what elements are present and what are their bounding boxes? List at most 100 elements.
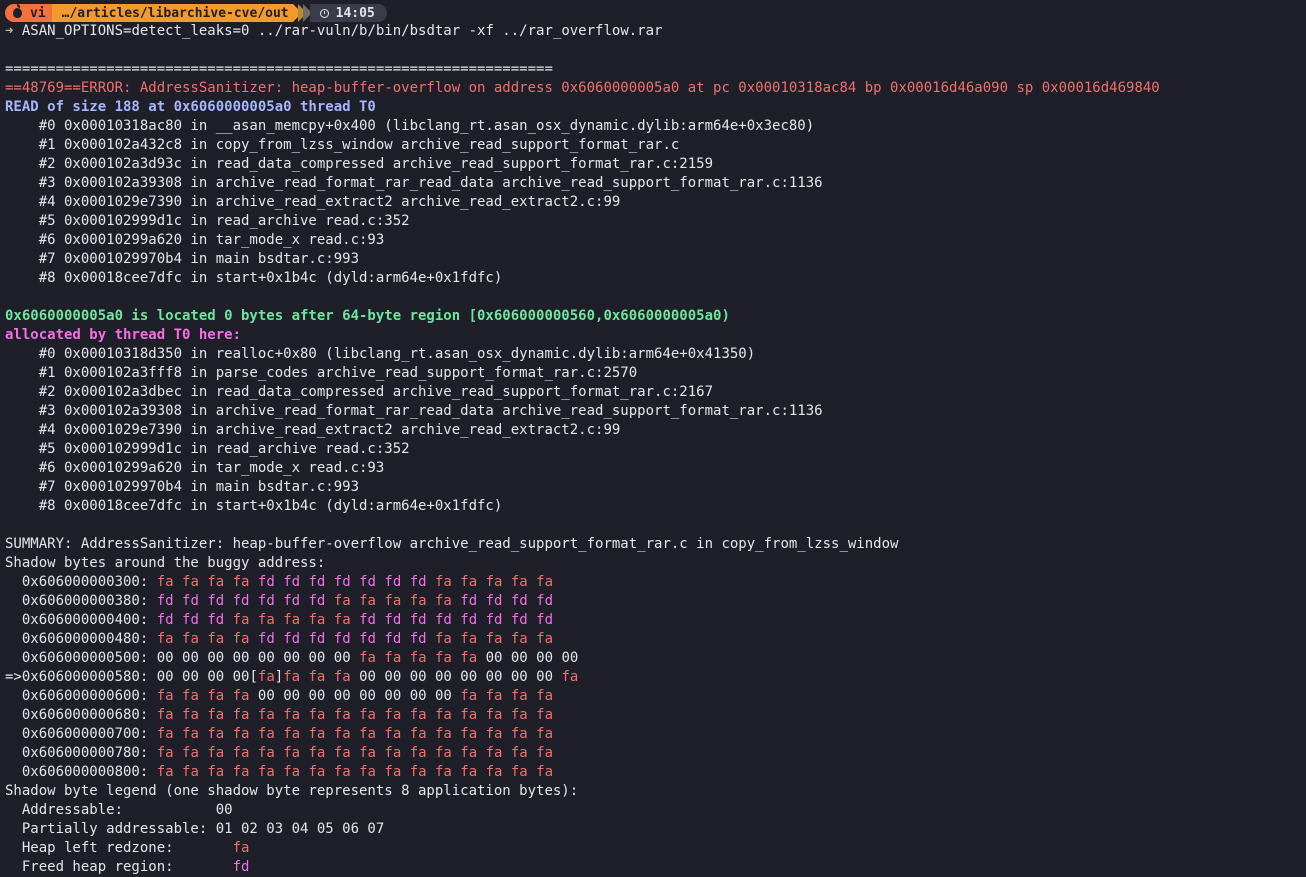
legend-label: Partially addressable:	[5, 821, 216, 837]
shadow-byte: fa	[333, 764, 351, 780]
shadow-byte: 00	[536, 669, 554, 685]
shadow-row-marker	[5, 574, 22, 590]
shadow-byte: 00	[182, 650, 199, 666]
shadow-byte: fa	[182, 688, 199, 704]
shadow-byte: 00	[207, 669, 225, 685]
shadow-byte: fa	[384, 593, 402, 609]
terminal-output: ➜ ASAN_OPTIONS=detect_leaks=0 ../rar-vul…	[5, 22, 1160, 877]
shadow-byte: fd	[510, 612, 528, 628]
command-line: ➜ ASAN_OPTIONS=detect_leaks=0 ../rar-vul…	[5, 22, 1160, 41]
shadow-byte: fa	[232, 707, 250, 723]
shadow-byte: fd	[308, 631, 326, 647]
legend-row: Freed heap region: fd	[5, 858, 1160, 877]
shadow-byte: fd	[359, 631, 376, 647]
shadow-byte: fa	[232, 726, 250, 742]
shadow-row: 0x606000000680: fa fa fa fa fa fa fa fa …	[5, 706, 1160, 725]
shadow-byte: 00	[283, 650, 301, 666]
shadow-byte: fa	[460, 726, 478, 742]
stack-frame: #0 0x00010318ac80 in __asan_memcpy+0x400…	[5, 118, 815, 134]
shadow-byte: fa	[409, 650, 427, 666]
shadow-byte: fa	[485, 764, 503, 780]
legend-header: Shadow byte legend (one shadow byte repr…	[5, 783, 579, 799]
shadow-byte: 00	[510, 669, 528, 685]
stack-frame: #1 0x000102a432c8 in copy_from_lzss_wind…	[5, 137, 680, 153]
shadow-byte: 00	[359, 669, 376, 685]
shadow-byte: fd	[257, 631, 275, 647]
shadow-byte: fa	[156, 688, 174, 704]
shadow-byte: fa	[460, 650, 478, 666]
shadow-byte: fa	[485, 745, 503, 761]
shadow-row-marker	[5, 688, 22, 704]
shadow-bracket: ]	[274, 669, 284, 685]
shadow-byte: 00	[434, 688, 452, 704]
shadow-byte: 00	[485, 669, 503, 685]
shadow-bytes-dump: 0x606000000300: fa fa fa fa fd fd fd fd …	[5, 573, 1160, 782]
stack-frame: #5 0x000102999d1c in read_archive read.c…	[5, 441, 410, 457]
shadow-byte: 00	[409, 669, 427, 685]
stack-frame: #1 0x000102a3fff8 in parse_codes archive…	[5, 365, 638, 381]
allocated-line: allocated by thread T0 here:	[5, 327, 242, 343]
shadow-byte: fd	[359, 612, 376, 628]
shadow-byte: fa	[536, 574, 554, 590]
shadow-byte: fa	[182, 764, 199, 780]
shadow-byte: fa	[308, 612, 326, 628]
shadow-row: 0x606000000300: fa fa fa fa fd fd fd fd …	[5, 573, 1160, 592]
shadow-byte: 00	[384, 688, 402, 704]
shadow-row-marker	[5, 764, 22, 780]
shadow-byte: fd	[460, 612, 478, 628]
shadow-byte: fa	[510, 688, 528, 704]
shadow-row: 0x606000000600: fa fa fa fa 00 00 00 00 …	[5, 687, 1160, 706]
read-access-line: READ of size 188 at 0x6060000005a0 threa…	[5, 99, 376, 115]
shadow-byte: fa	[384, 764, 402, 780]
shadow-byte: 00	[283, 688, 301, 704]
prompt-host-segment: vi	[5, 4, 52, 22]
shadow-row-marker	[5, 726, 22, 742]
legend-value: fd	[232, 859, 250, 875]
shadow-byte: 00	[510, 650, 528, 666]
shadow-byte: fa	[536, 726, 554, 742]
shadow-byte: fd	[384, 574, 402, 590]
shadow-byte: fa	[536, 688, 554, 704]
shadow-byte: fa	[510, 574, 528, 590]
prompt-time-segment: 14:05	[309, 4, 387, 22]
asan-error-line: ==48769==ERROR: AddressSanitizer: heap-b…	[5, 80, 1160, 96]
shadow-byte: fd	[536, 612, 554, 628]
shadow-row: =>0x606000000580: 00 00 00 00[fa]fa fa f…	[5, 668, 1160, 687]
shadow-byte: 00	[257, 688, 275, 704]
shadow-byte: fa	[409, 593, 427, 609]
shadow-row-address: 0x606000000600:	[21, 688, 157, 704]
shadow-row-address: 0x606000000500:	[21, 650, 157, 666]
stack-frame: #8 0x00018cee7dfc in start+0x1b4c (dyld:…	[5, 498, 503, 514]
shadow-byte: fd	[257, 574, 275, 590]
shadow-byte: fd	[536, 593, 554, 609]
shadow-byte: fd	[409, 631, 427, 647]
shadow-byte: fd	[257, 593, 275, 609]
shadow-row-marker	[5, 631, 22, 647]
shadow-byte: fa	[536, 631, 554, 647]
shadow-byte: fa	[156, 574, 174, 590]
shadow-byte: fa	[359, 745, 376, 761]
shadow-row-marker	[5, 650, 22, 666]
shadow-byte: fd	[156, 612, 174, 628]
shadow-byte: fa	[434, 745, 452, 761]
shadow-byte: fd	[308, 593, 326, 609]
prompt-path-segment: …/articles/libarchive-cve/out	[51, 4, 293, 22]
shadow-byte: 00	[434, 669, 452, 685]
alloc-stack-trace: #0 0x00010318d350 in realloc+0x80 (libcl…	[5, 345, 1160, 516]
terminal-window[interactable]: vi …/articles/libarchive-cve/out 14:05 ➜…	[0, 0, 1306, 875]
shadow-byte: fa	[308, 745, 326, 761]
shadow-byte: fa	[384, 707, 402, 723]
shadow-byte: fa	[561, 669, 579, 685]
shadow-byte: fa	[182, 631, 199, 647]
shadow-byte: fa	[308, 726, 326, 742]
shadow-byte: 00	[156, 650, 174, 666]
legend-label: Addressable:	[5, 802, 216, 818]
shadow-byte: fa	[232, 745, 250, 761]
shadow-byte: 00	[207, 650, 225, 666]
shadow-row-marker	[5, 745, 22, 761]
shadow-byte: fa	[182, 745, 199, 761]
shadow-byte: fa	[232, 631, 250, 647]
shadow-byte: fd	[207, 593, 225, 609]
shadow-byte: fa	[485, 574, 503, 590]
